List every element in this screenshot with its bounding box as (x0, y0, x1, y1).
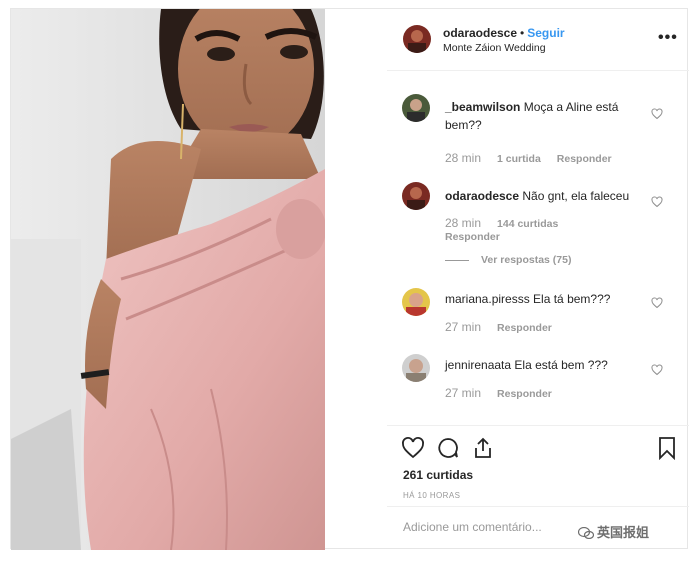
comment-text: _beamwilson Moça a Aline está bem?? (445, 98, 651, 134)
like-comment-heart-icon[interactable] (651, 108, 663, 120)
reply-button[interactable]: Responder (557, 153, 612, 165)
comment-icon[interactable] (436, 436, 460, 460)
comment-text: odaraodesce Não gnt, ela faleceu (445, 187, 651, 205)
reply-button[interactable]: Responder (445, 231, 500, 243)
replies-divider (445, 259, 469, 261)
post-location[interactable]: Monte Záion Wedding (443, 42, 546, 54)
comment-likes[interactable]: 144 curtidas (497, 218, 558, 230)
post-photo[interactable] (11, 9, 325, 550)
comment-body: Ela tá bem??? (533, 292, 611, 306)
like-comment-heart-icon[interactable] (651, 364, 663, 376)
comment-meta-reply: Responder (445, 231, 516, 243)
likes-count[interactable]: 261 curtidas (403, 468, 473, 482)
post-header: odaraodesce • Seguir Monte Záion Wedding •… (387, 9, 689, 71)
comment-username[interactable]: mariana.piresss (445, 292, 530, 306)
comment-text: jennirenaata Ela está bem ??? (445, 356, 651, 374)
avatar[interactable] (402, 94, 430, 122)
post-author: odaraodesce • Seguir (443, 26, 565, 40)
avatar[interactable] (402, 354, 430, 382)
heart-icon[interactable] (401, 436, 425, 460)
comment-username[interactable]: odaraodesce (445, 189, 519, 203)
comments-list[interactable]: _beamwilson Moça a Aline está bem?? 28 m… (387, 72, 689, 424)
like-comment-heart-icon[interactable] (651, 297, 663, 309)
comment-meta: 28 min 1 curtida Responder (445, 151, 628, 165)
avatar[interactable] (403, 25, 431, 53)
post-details-pane: odaraodesce • Seguir Monte Záion Wedding •… (387, 9, 689, 550)
avatar[interactable] (402, 182, 430, 210)
comment-likes[interactable]: 1 curtida (497, 153, 541, 165)
like-comment-heart-icon[interactable] (651, 196, 663, 208)
comment-time: 27 min (445, 386, 482, 400)
comment-time: 28 min (445, 151, 482, 165)
comment-username[interactable]: _beamwilson (445, 100, 520, 114)
comment-meta: 28 min 144 curtidas (445, 216, 574, 230)
comment-body: Ela está bem ??? (514, 358, 608, 372)
watermark-text: 英国报姐 (597, 525, 650, 540)
comment-text: mariana.piresss Ela tá bem??? (445, 290, 651, 308)
separator-dot: • (520, 26, 525, 40)
comment-meta: 27 min Responder (445, 320, 568, 334)
add-comment-input[interactable]: Adicione um comentário... (403, 520, 542, 534)
view-replies-label: Ver respostas (75) (481, 254, 572, 266)
post-actions-bar: 261 curtidas HÁ 10 HORAS (387, 425, 689, 500)
more-options-icon[interactable]: ••• (658, 29, 678, 47)
share-icon[interactable] (471, 436, 495, 460)
comment-time: 28 min (445, 216, 482, 230)
wechat-logo-icon (578, 527, 594, 539)
watermark: 英国报姐 (578, 522, 649, 541)
comment-username[interactable]: jennirenaata (445, 358, 511, 372)
bookmark-icon[interactable] (655, 436, 679, 460)
view-replies-button[interactable]: Ver respostas (75) (445, 254, 571, 266)
author-username[interactable]: odaraodesce (443, 26, 517, 40)
avatar[interactable] (402, 288, 430, 316)
instagram-post-window: odaraodesce • Seguir Monte Záion Wedding •… (10, 8, 689, 550)
follow-button[interactable]: Seguir (527, 26, 564, 40)
reply-button[interactable]: Responder (497, 388, 552, 400)
post-timestamp: HÁ 10 HORAS (403, 491, 461, 500)
comment-meta: 27 min Responder (445, 386, 568, 400)
comment-body: Não gnt, ela faleceu (522, 189, 630, 203)
reply-button[interactable]: Responder (497, 322, 552, 334)
comment-time: 27 min (445, 320, 482, 334)
